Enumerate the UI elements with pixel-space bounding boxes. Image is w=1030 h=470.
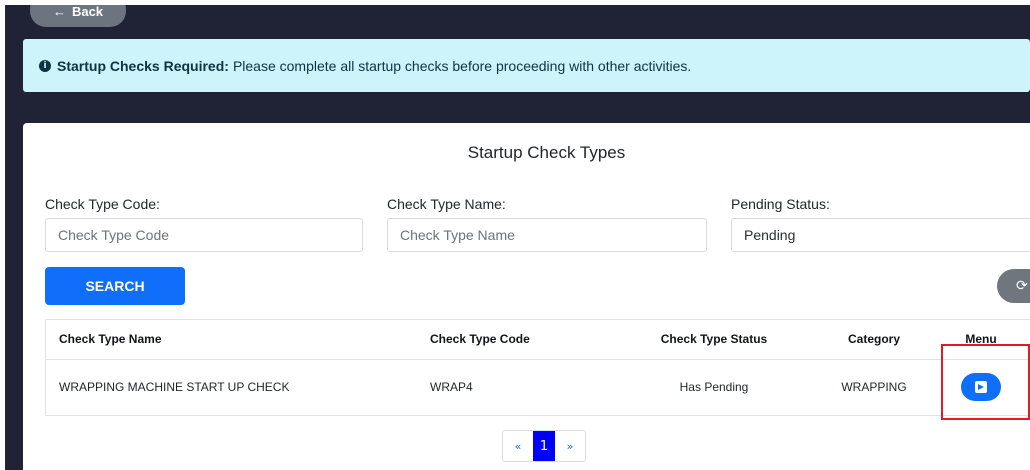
column-header-code[interactable]: Check Type Code: [429, 320, 619, 360]
open-check-button[interactable]: [961, 373, 1001, 402]
back-button[interactable]: ← Back: [30, 5, 126, 27]
refresh-icon: ⟳: [1016, 278, 1028, 294]
arrow-left-icon: ←: [52, 5, 66, 19]
column-header-category[interactable]: Category: [809, 320, 939, 360]
table-header-row: Check Type Name Check Type Code Check Ty…: [46, 320, 1030, 360]
pagination-next[interactable]: »: [555, 431, 585, 461]
check-type-code-label: Check Type Code:: [45, 196, 160, 212]
pending-status-value: Pending: [744, 227, 796, 243]
card-title: Startup Check Types: [467, 143, 626, 162]
info-icon: i: [39, 59, 51, 72]
search-button[interactable]: SEARCH: [45, 267, 185, 305]
startup-check-types-card: Startup Check Types Check Type Code: Che…: [23, 123, 1030, 470]
startup-alert: i Startup Checks Required: Please comple…: [23, 39, 1030, 92]
column-header-menu: Menu: [939, 320, 1030, 360]
check-type-name-label: Check Type Name:: [387, 196, 506, 212]
back-button-label: Back: [71, 5, 104, 19]
pagination: « 1 »: [502, 430, 586, 462]
cell-check-type-name: WRAPPING MACHINE START UP CHECK: [59, 380, 290, 395]
pagination-page-1[interactable]: 1: [533, 431, 555, 461]
cell-check-type-status: Has Pending: [679, 380, 749, 395]
cell-category: WRAPPING: [841, 380, 907, 395]
table-row: WRAPPING MACHINE START UP CHECK WRAP4 Ha…: [46, 359, 1030, 415]
pending-status-label: Pending Status:: [731, 196, 830, 212]
check-type-name-input[interactable]: [387, 218, 707, 252]
enter-icon: [975, 381, 987, 394]
check-type-code-input[interactable]: [45, 218, 363, 252]
pagination-prev[interactable]: «: [503, 431, 533, 461]
check-types-table: Check Type Name Check Type Code Check Ty…: [45, 319, 1030, 416]
column-header-name[interactable]: Check Type Name: [46, 320, 429, 360]
cell-menu: [939, 359, 1030, 415]
app-frame: ← Back i Startup Checks Required: Please…: [5, 5, 1030, 470]
pending-status-select[interactable]: Pending: [731, 218, 1030, 252]
alert-title: Startup Checks Required:: [57, 57, 229, 74]
refresh-button[interactable]: ⟳: [997, 269, 1030, 303]
cell-check-type-code: WRAP4: [430, 380, 473, 395]
column-header-status[interactable]: Check Type Status: [619, 320, 809, 360]
alert-message: Please complete all startup checks befor…: [232, 57, 692, 74]
